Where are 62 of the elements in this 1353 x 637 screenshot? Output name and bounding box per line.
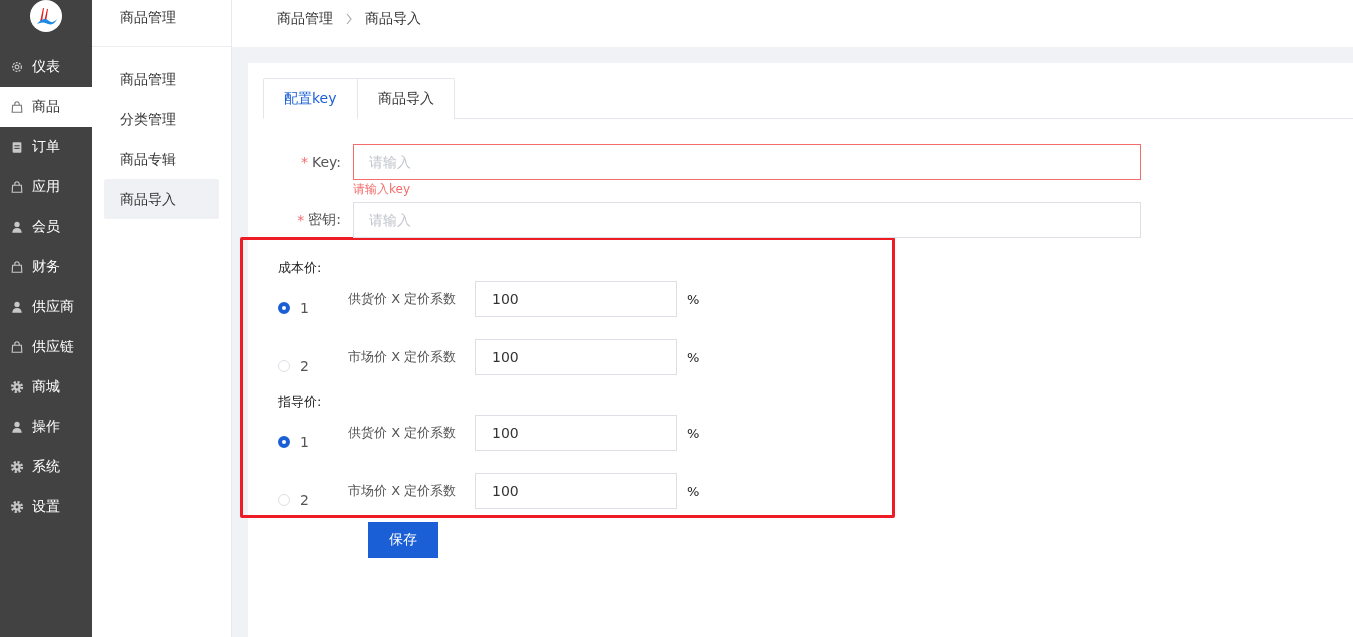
submenu-item[interactable]: 分类管理 [104, 99, 219, 139]
save-button[interactable]: 保存 [368, 522, 438, 558]
group-title: 指导价: [278, 393, 323, 411]
sidebar-item[interactable]: 系统 [0, 447, 92, 487]
input-field[interactable]: 100 [475, 339, 677, 375]
gear-icon [10, 460, 24, 474]
sidebar-item[interactable]: 供应商 [0, 287, 92, 327]
person-icon [10, 420, 24, 434]
logo-icon [30, 0, 62, 32]
required-mark: * [300, 154, 308, 170]
gear-icon [10, 60, 24, 74]
unit-label: % [687, 349, 700, 365]
unit-label: % [687, 483, 700, 499]
sidebar-item[interactable]: 设置 [0, 487, 92, 527]
radio-option[interactable]: 2 [278, 358, 348, 374]
radio-option[interactable]: 1 [278, 434, 348, 450]
bag-icon [10, 180, 24, 194]
sidebar-item[interactable]: 仪表 [0, 47, 92, 87]
tab[interactable]: 配置key [263, 78, 358, 119]
unit-label: % [687, 291, 700, 307]
formula-label: 市场价 X 定价系数 [348, 348, 458, 366]
clipboard-icon [10, 140, 24, 154]
person-icon [10, 300, 24, 314]
sidebar-item[interactable]: 商城 [0, 367, 92, 407]
input-field[interactable]: 100 [475, 415, 677, 451]
radio-option[interactable]: 2 [278, 492, 348, 508]
gear-icon [10, 500, 24, 514]
sidebar-item[interactable]: 财务 [0, 247, 92, 287]
formula-label: 供货价 X 定价系数 [348, 424, 458, 442]
submenu-item[interactable]: 商品专辑 [104, 139, 219, 179]
sidebar-item[interactable]: 供应链 [0, 327, 92, 367]
formula-label: 市场价 X 定价系数 [348, 482, 458, 500]
submenu-title: 商品管理 [120, 9, 176, 27]
sidebar-item[interactable]: 订单 [0, 127, 92, 167]
sidebar-item[interactable]: 应用 [0, 167, 92, 207]
radio-option[interactable]: 1 [278, 300, 348, 316]
group-title: 成本价: [278, 259, 323, 277]
error-message: 请输入key [353, 181, 410, 198]
radio-button[interactable] [278, 302, 290, 314]
input-field[interactable]: 100 [475, 281, 677, 317]
chevron-icon [345, 13, 353, 25]
sidebar-item[interactable]: 操作 [0, 407, 92, 447]
input-field[interactable]: 100 [475, 473, 677, 509]
sidebar-item[interactable]: 会员 [0, 207, 92, 247]
bag-icon [10, 100, 24, 114]
gear-icon [10, 380, 24, 394]
field-label: Key: [311, 154, 341, 170]
formula-label: 供货价 X 定价系数 [348, 290, 458, 308]
input-field[interactable]: 请输入 [353, 144, 1141, 180]
field-label: 密钥: [308, 211, 341, 229]
bag-icon [10, 260, 24, 274]
submenu-item[interactable]: 商品管理 [104, 59, 219, 99]
bag-icon [10, 340, 24, 354]
breadcrumb-item[interactable]: 商品导入 [365, 10, 421, 28]
radio-button[interactable] [278, 436, 290, 448]
breadcrumb-item[interactable]: 商品管理 [277, 10, 333, 28]
tab[interactable]: 商品导入 [356, 78, 455, 119]
submenu-item[interactable]: 商品导入 [104, 179, 219, 219]
person-icon [10, 220, 24, 234]
required-mark: * [297, 212, 305, 228]
sidebar-item[interactable]: 商品 [0, 87, 92, 127]
unit-label: % [687, 425, 700, 441]
